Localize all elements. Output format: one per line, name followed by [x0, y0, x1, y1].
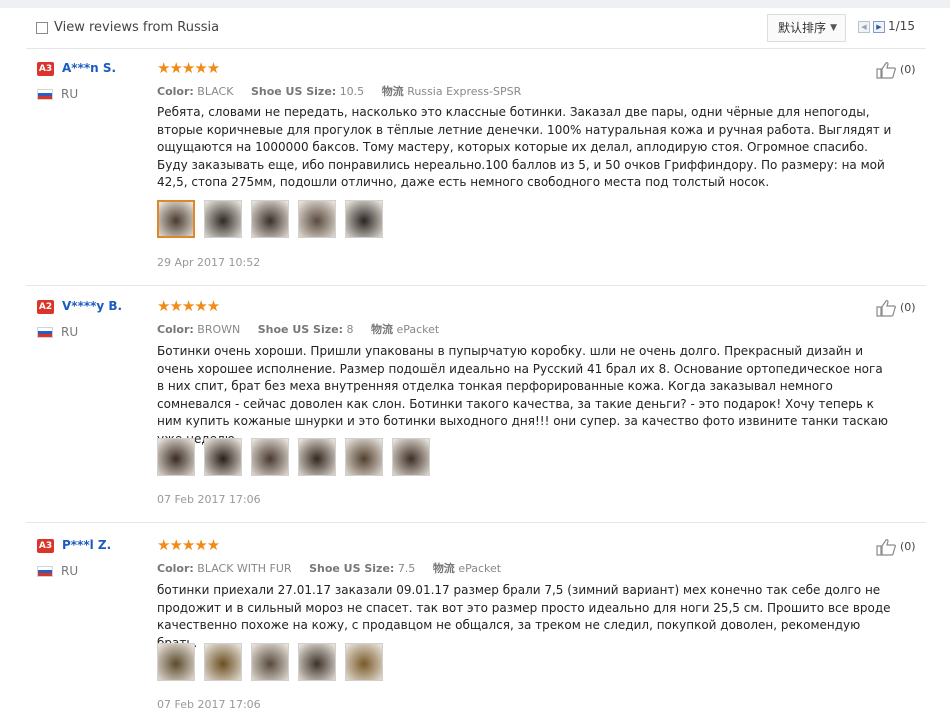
- page-indicator: 1/15: [888, 19, 915, 33]
- color-label: Color:: [157, 85, 194, 98]
- thumbs-up-icon: [876, 299, 897, 317]
- star-rating: ★★★★★: [157, 297, 220, 315]
- review-photo-thumbnail[interactable]: [345, 438, 383, 476]
- next-page-button[interactable]: ▶: [873, 21, 885, 33]
- logistics-value: Russia Express-SPSR: [407, 85, 522, 98]
- color-value: BROWN: [197, 323, 241, 336]
- logistics-label: 物流: [381, 85, 404, 98]
- order-attributes: Color: BLACK WITH FUR Shoe US Size: 7.5 …: [157, 560, 501, 576]
- size-label: Shoe US Size:: [257, 323, 343, 336]
- russia-flag-icon: [37, 566, 53, 577]
- review-date: 07 Feb 2017 17:06: [157, 493, 261, 506]
- review-photo-thumbnail[interactable]: [204, 438, 242, 476]
- reviewer-country: RU: [61, 87, 79, 101]
- review-text: Ребята, словами не передать, насколько э…: [157, 105, 892, 189]
- chevron-down-icon: ▼: [830, 23, 837, 33]
- logistics-label: 物流: [370, 323, 393, 336]
- review-item: A3 P***l Z. RU ★★★★★ Color: BLACK WITH F…: [26, 523, 926, 727]
- russia-flag-icon: [37, 327, 53, 338]
- helpful-button[interactable]: (0): [876, 61, 916, 79]
- color-value: BLACK WITH FUR: [197, 562, 292, 575]
- thumbs-up-icon: [876, 61, 897, 79]
- russia-filter-label[interactable]: View reviews from Russia: [54, 20, 219, 35]
- review-photo-thumbnail[interactable]: [298, 438, 336, 476]
- review-item: A2 V****y B. RU ★★★★★ Color: BROWN Shoe …: [26, 286, 926, 523]
- review-photo-thumbnail[interactable]: [298, 200, 336, 238]
- prev-page-button[interactable]: ◀: [858, 21, 870, 33]
- color-label: Color:: [157, 323, 194, 336]
- review-photo-thumbnail[interactable]: [204, 200, 242, 238]
- thumbs-up-icon: [876, 538, 897, 556]
- reviewer-name: V****y B.: [62, 299, 123, 313]
- review-photo-thumbnail[interactable]: [157, 643, 195, 681]
- color-label: Color:: [157, 562, 194, 575]
- review-date: 29 Apr 2017 10:52: [157, 256, 261, 269]
- helpful-count: (0): [900, 63, 916, 76]
- sort-dropdown[interactable]: 默认排序 ▼: [767, 14, 846, 42]
- review-photo-thumbnail[interactable]: [251, 643, 289, 681]
- review-photo-thumbnail[interactable]: [392, 438, 430, 476]
- helpful-button[interactable]: (0): [876, 299, 916, 317]
- review-text: Ботинки очень хороши. Пришли упакованы в…: [157, 344, 888, 446]
- helpful-button[interactable]: (0): [876, 538, 916, 556]
- review-photo-thumbnail[interactable]: [157, 438, 195, 476]
- reviewer-country: RU: [61, 564, 79, 578]
- buyer-level-badge: A3: [37, 62, 54, 76]
- size-label: Shoe US Size:: [250, 85, 337, 98]
- logistics-label: 物流: [432, 562, 455, 575]
- size-label: Shoe US Size:: [309, 562, 395, 575]
- logistics-value: ePacket: [396, 323, 440, 336]
- review-photo-thumbnail[interactable]: [251, 200, 289, 238]
- top-strip: [0, 0, 950, 8]
- buyer-level-badge: A2: [37, 300, 54, 314]
- review-date: 07 Feb 2017 17:06: [157, 698, 261, 711]
- order-attributes: Color: BROWN Shoe US Size: 8 物流 ePacket: [157, 321, 439, 337]
- size-value: 8: [346, 323, 354, 336]
- review-photo-thumbnail[interactable]: [298, 643, 336, 681]
- review-photo-thumbnail[interactable]: [157, 200, 195, 238]
- review-text: ботинки приехали 27.01.17 заказали 09.01…: [157, 583, 891, 650]
- reviewer-country: RU: [61, 325, 79, 339]
- review-photo-thumbnail[interactable]: [345, 200, 383, 238]
- review-item: A3 A***n S. RU ★★★★★ Color: BLACK Shoe U…: [26, 49, 926, 286]
- reviewer-name: P***l Z.: [62, 538, 112, 552]
- buyer-level-badge: A3: [37, 539, 54, 553]
- reviews-toolbar: View reviews from Russia 默认排序 ▼ ◀ ▶ 1/15: [26, 8, 926, 49]
- reviewer-name: A***n S.: [62, 61, 117, 75]
- review-photo-thumbnail[interactable]: [204, 643, 242, 681]
- logistics-value: ePacket: [458, 562, 502, 575]
- helpful-count: (0): [900, 301, 916, 314]
- sort-label: 默认排序: [778, 21, 827, 35]
- star-rating: ★★★★★: [157, 59, 220, 77]
- size-value: 7.5: [397, 562, 416, 575]
- helpful-count: (0): [900, 540, 916, 553]
- star-rating: ★★★★★: [157, 536, 220, 554]
- review-photo-thumbnail[interactable]: [345, 643, 383, 681]
- russia-flag-icon: [37, 89, 53, 100]
- size-value: 10.5: [339, 85, 365, 98]
- russia-filter-checkbox[interactable]: [36, 22, 48, 34]
- review-photo-thumbnail[interactable]: [251, 438, 289, 476]
- color-value: BLACK: [197, 85, 234, 98]
- order-attributes: Color: BLACK Shoe US Size: 10.5 物流 Russi…: [157, 83, 521, 99]
